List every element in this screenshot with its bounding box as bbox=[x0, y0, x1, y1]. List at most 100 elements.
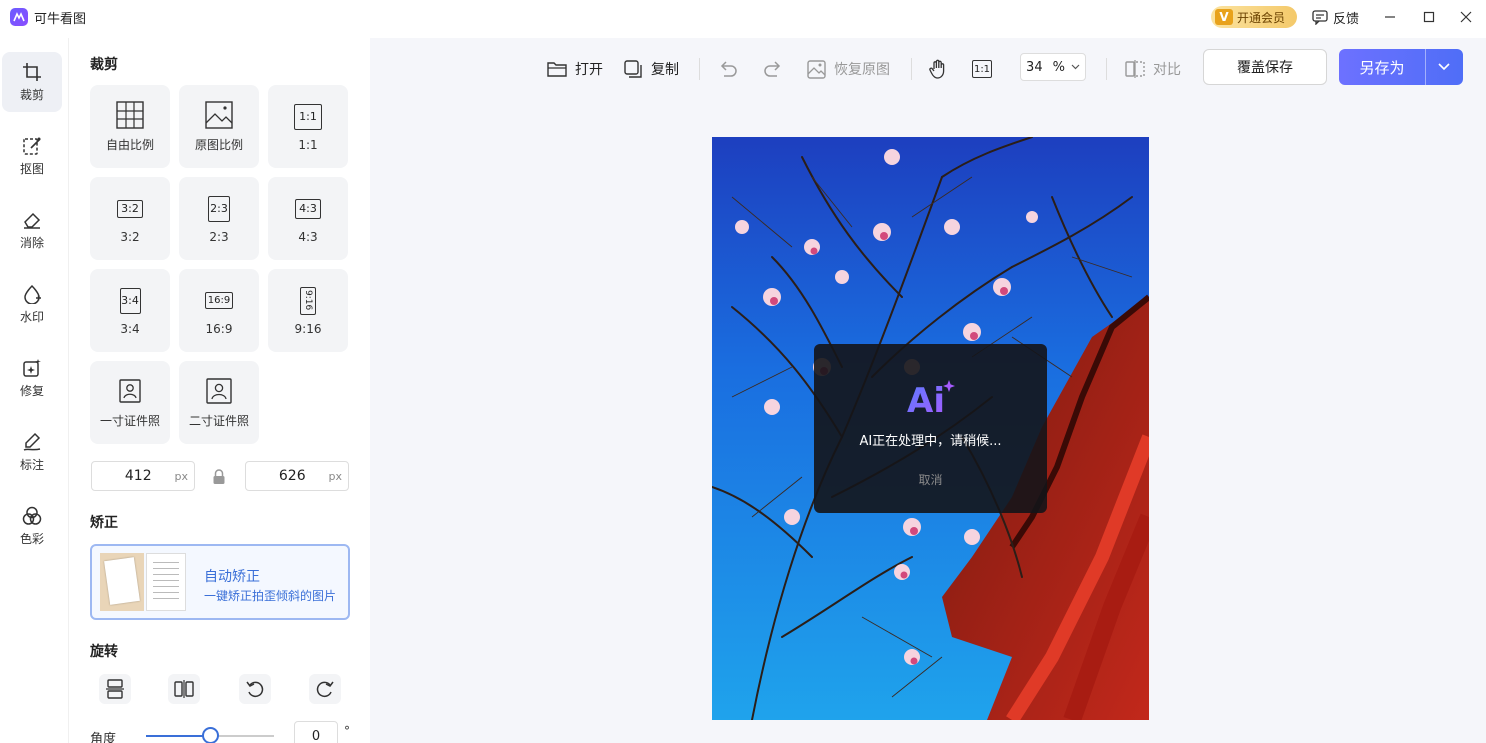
crop-option-label: 3:4 bbox=[120, 321, 140, 336]
tool-rail: 裁剪 抠图 消除 水印 修复 标注 色彩 bbox=[0, 38, 68, 743]
ratio-3-2-icon: 3:2 bbox=[117, 199, 143, 218]
angle-input[interactable]: 0 bbox=[294, 721, 338, 743]
ai-processing-message: AI正在处理中，请稍候... bbox=[859, 434, 1002, 449]
toolbar-divider bbox=[699, 58, 700, 80]
crop-option-2-3[interactable]: 2:3 2:3 bbox=[179, 177, 259, 260]
crop-option-label: 16:9 bbox=[205, 321, 233, 336]
ai-cancel-button[interactable]: 取消 bbox=[814, 471, 1047, 488]
minimize-icon bbox=[1385, 16, 1395, 18]
crop-option-1-inch[interactable]: 一寸证件照 bbox=[90, 361, 170, 444]
crop-option-label: 自由比例 bbox=[105, 138, 154, 152]
compare-icon bbox=[1125, 60, 1145, 78]
repair-icon bbox=[23, 358, 41, 377]
crop-option-label: 二寸证件照 bbox=[188, 414, 249, 428]
actual-size-button[interactable]: 1:1 bbox=[972, 58, 992, 80]
ratio-3-4-icon: 3:4 bbox=[119, 287, 141, 314]
crop-option-free[interactable]: 自由比例 bbox=[90, 85, 170, 168]
compare-button[interactable]: 对比 bbox=[1125, 58, 1181, 80]
flip-vertical-button[interactable] bbox=[99, 674, 131, 704]
open-button[interactable]: 打开 bbox=[547, 58, 603, 80]
angle-label: 角度 bbox=[90, 732, 117, 743]
rail-item-crop[interactable]: 裁剪 bbox=[2, 52, 62, 112]
lock-ratio-icon[interactable] bbox=[212, 469, 226, 485]
flip-horizontal-icon bbox=[174, 680, 194, 698]
rail-item-erase[interactable]: 消除 bbox=[2, 200, 62, 260]
redo-icon bbox=[764, 61, 781, 77]
color-icon bbox=[22, 506, 42, 525]
copy-button[interactable]: 复制 bbox=[624, 58, 679, 80]
feedback-icon bbox=[1312, 10, 1328, 25]
undo-icon bbox=[720, 61, 737, 77]
hand-icon bbox=[929, 59, 945, 79]
crop-option-label: 1:1 bbox=[298, 137, 318, 152]
rotate-left-icon bbox=[246, 681, 264, 698]
angle-slider-handle[interactable] bbox=[202, 727, 219, 743]
rotate-left-button[interactable] bbox=[239, 674, 271, 704]
overwrite-save-button[interactable]: 覆盖保存 bbox=[1203, 49, 1327, 85]
rail-label: 水印 bbox=[19, 309, 44, 324]
settings-panel: 裁剪 自由比例 原图比例 1:1 1:1 3:2 3:2 2:3 2:3 4:3… bbox=[68, 38, 370, 743]
crop-option-9-16[interactable]: 9:16 9:16 bbox=[268, 269, 348, 352]
rail-label: 裁剪 bbox=[19, 87, 44, 102]
rail-item-watermark[interactable]: 水印 bbox=[2, 274, 62, 334]
zoom-value: 34 bbox=[1026, 59, 1043, 75]
crop-option-2-inch[interactable]: 二寸证件照 bbox=[179, 361, 259, 444]
maximize-button[interactable] bbox=[1414, 4, 1444, 30]
crop-option-label: 一寸证件照 bbox=[99, 414, 160, 428]
crop-option-4-3[interactable]: 4:3 4:3 bbox=[268, 177, 348, 260]
close-button[interactable] bbox=[1451, 4, 1481, 30]
rail-item-color[interactable]: 色彩 bbox=[2, 496, 62, 556]
crop-option-3-4[interactable]: 3:4 3:4 bbox=[90, 269, 170, 352]
restore-label: 恢复原图 bbox=[834, 62, 890, 78]
width-value: 412 bbox=[124, 468, 152, 484]
save-as-dropdown[interactable] bbox=[1425, 49, 1463, 85]
rail-item-repair[interactable]: 修复 bbox=[2, 348, 62, 408]
ratio-9-16-icon: 9:16 bbox=[300, 286, 316, 315]
auto-correct-desc: 一键矫正拍歪倾斜的图片 bbox=[204, 589, 337, 603]
zoom-unit: % bbox=[1052, 59, 1065, 75]
tilted-doc-thumbnail bbox=[100, 553, 144, 611]
rail-label: 抠图 bbox=[19, 161, 44, 176]
crop-option-label: 3:2 bbox=[120, 229, 140, 244]
ai-processing-dialog: Ai AI正在处理中，请稍候... 取消 bbox=[814, 344, 1047, 513]
auto-correct-card[interactable]: 自动矫正 一键矫正拍歪倾斜的图片 bbox=[90, 544, 350, 620]
flip-horizontal-button[interactable] bbox=[168, 674, 200, 704]
restore-original-button[interactable]: 恢复原图 bbox=[807, 58, 890, 80]
height-unit: px bbox=[328, 469, 343, 483]
save-as-button[interactable]: 另存为 bbox=[1339, 49, 1463, 85]
toolbar-divider bbox=[911, 58, 912, 80]
crop-option-16-9[interactable]: 16:9 16:9 bbox=[179, 269, 259, 352]
width-field[interactable]: 412 px bbox=[91, 461, 195, 491]
crop-option-label: 9:16 bbox=[294, 321, 322, 336]
vip-button[interactable]: V 开通会员 bbox=[1211, 6, 1297, 28]
rail-item-annotate[interactable]: 标注 bbox=[2, 422, 62, 482]
folder-icon bbox=[547, 62, 567, 77]
hand-tool-button[interactable] bbox=[928, 58, 956, 80]
app-title: 可牛看图 bbox=[34, 11, 87, 27]
copy-icon bbox=[624, 59, 642, 78]
id-photo-icon bbox=[119, 379, 141, 403]
ratio-1-1-icon: 1:1 bbox=[294, 103, 322, 130]
undo-button[interactable] bbox=[718, 58, 746, 80]
crop-option-3-2[interactable]: 3:2 3:2 bbox=[90, 177, 170, 260]
ai-logo-text: Ai bbox=[907, 381, 945, 418]
id-photo-icon bbox=[206, 378, 232, 404]
ratio-4-3-icon: 4:3 bbox=[295, 198, 321, 219]
crop-icon bbox=[23, 62, 41, 81]
height-field[interactable]: 626 px bbox=[245, 461, 349, 491]
auto-correct-title: 自动矫正 bbox=[204, 569, 260, 585]
crop-section-title: 裁剪 bbox=[90, 57, 118, 73]
crop-option-original[interactable]: 原图比例 bbox=[179, 85, 259, 168]
minimize-button[interactable] bbox=[1375, 4, 1405, 30]
copy-label: 复制 bbox=[651, 62, 679, 78]
rail-item-cutout[interactable]: 抠图 bbox=[2, 126, 62, 186]
crop-option-1-1[interactable]: 1:1 1:1 bbox=[268, 85, 348, 168]
zoom-select[interactable]: 34 % bbox=[1020, 53, 1086, 81]
app-logo-icon bbox=[10, 8, 28, 26]
redo-button[interactable] bbox=[763, 58, 791, 80]
rotate-right-button[interactable] bbox=[309, 674, 341, 704]
ratio-16-9-icon: 16:9 bbox=[205, 292, 233, 309]
correct-section-title: 矫正 bbox=[90, 515, 118, 531]
vip-icon: V bbox=[1215, 9, 1233, 25]
feedback-button[interactable]: 反馈 bbox=[1312, 8, 1359, 27]
